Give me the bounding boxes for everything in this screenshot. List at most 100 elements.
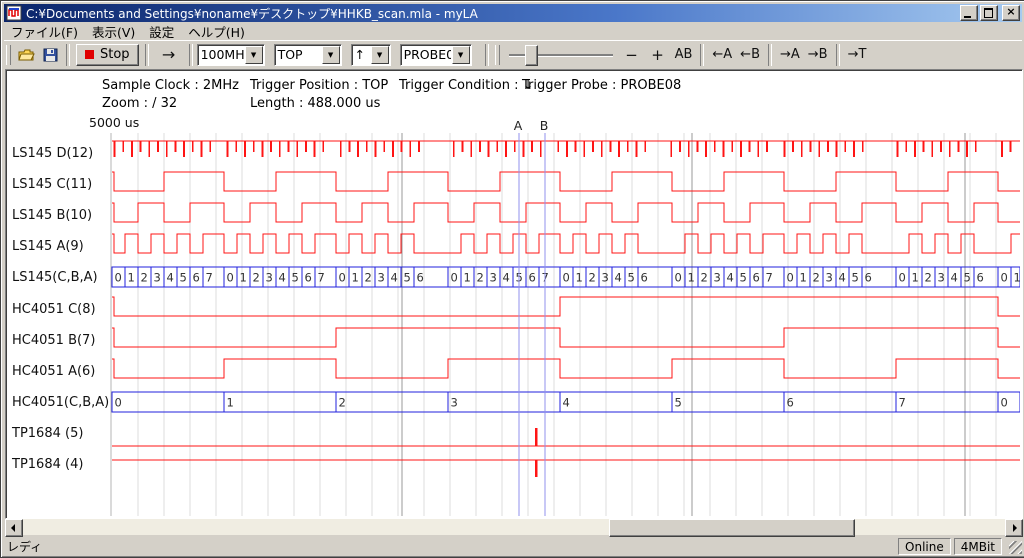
svg-text:1: 1 bbox=[576, 271, 583, 285]
scroll-left-icon bbox=[11, 524, 15, 532]
horizontal-scrollbar[interactable] bbox=[5, 519, 1021, 535]
open-folder-icon bbox=[18, 48, 35, 62]
menu-settings[interactable]: 設定 bbox=[142, 21, 181, 42]
goto-cursor-b-right-button[interactable]: →B bbox=[804, 44, 832, 66]
svg-text:7: 7 bbox=[206, 271, 213, 285]
app-icon bbox=[6, 5, 22, 21]
svg-text:2: 2 bbox=[701, 271, 708, 285]
waveform-client-area: Sample Clock : 2MHz Trigger Position : T… bbox=[5, 69, 1023, 519]
svg-text:6: 6 bbox=[305, 271, 312, 285]
svg-text:LS145(C,B,A): LS145(C,B,A) bbox=[12, 270, 98, 285]
svg-text:5: 5 bbox=[852, 271, 859, 285]
menu-bar: ファイル(F) 表示(V) 設定 ヘルプ(H) bbox=[4, 23, 1022, 40]
svg-text:5: 5 bbox=[404, 271, 411, 285]
close-button[interactable]: × bbox=[1002, 5, 1020, 21]
svg-text:3: 3 bbox=[490, 271, 497, 285]
svg-text:4: 4 bbox=[167, 271, 174, 285]
svg-text:0: 0 bbox=[451, 271, 458, 285]
zoom-ab-button[interactable]: AB bbox=[671, 44, 697, 66]
svg-text:3: 3 bbox=[714, 271, 721, 285]
svg-text:3: 3 bbox=[602, 271, 609, 285]
minimize-icon bbox=[964, 16, 971, 18]
svg-text:0: 0 bbox=[1001, 271, 1008, 285]
info-trigger-condition: Trigger Condition : ↓ bbox=[399, 78, 534, 93]
svg-text:4: 4 bbox=[503, 271, 510, 285]
stop-button[interactable]: Stop bbox=[76, 44, 139, 66]
svg-text:3: 3 bbox=[826, 271, 833, 285]
svg-text:6: 6 bbox=[641, 271, 648, 285]
zoom-in-button[interactable]: + bbox=[645, 44, 671, 66]
sample-clock-combo[interactable]: 100MHz ▼ bbox=[197, 44, 265, 66]
toolbar-separator bbox=[768, 44, 772, 66]
status-online-badge: Online bbox=[898, 538, 951, 555]
goto-trigger-button[interactable]: →T bbox=[844, 44, 871, 66]
svg-text:2: 2 bbox=[813, 271, 820, 285]
title-bar[interactable]: C:¥Documents and Settings¥noname¥デスクトップ¥… bbox=[4, 4, 1022, 22]
svg-text:1: 1 bbox=[352, 271, 359, 285]
svg-text:6: 6 bbox=[193, 271, 200, 285]
svg-text:HC4051(C,B,A): HC4051(C,B,A) bbox=[12, 395, 109, 410]
stop-icon bbox=[85, 50, 94, 59]
svg-text:0: 0 bbox=[227, 271, 234, 285]
info-trigger-probe: Trigger Probe : PROBE08 bbox=[522, 78, 681, 93]
dropdown-arrow-icon[interactable]: ▼ bbox=[371, 46, 389, 64]
waveform-panel[interactable]: 5000 usLS145 D(12)LS145 C(11)LS145 B(10)… bbox=[6, 112, 1020, 516]
app-window: C:¥Documents and Settings¥noname¥デスクトップ¥… bbox=[0, 0, 1024, 558]
svg-text:4: 4 bbox=[727, 271, 734, 285]
goto-cursor-a-right-button[interactable]: →A bbox=[776, 44, 804, 66]
menu-file[interactable]: ファイル(F) bbox=[4, 21, 85, 42]
info-length: Length : 488.000 us bbox=[250, 96, 380, 111]
sample-clock-value: 100MHz bbox=[198, 47, 244, 62]
svg-text:1: 1 bbox=[688, 271, 695, 285]
svg-text:4: 4 bbox=[279, 271, 286, 285]
svg-text:A: A bbox=[514, 118, 523, 133]
trigger-edge-value: ↑ bbox=[352, 47, 370, 62]
svg-text:B: B bbox=[540, 118, 549, 133]
svg-text:2: 2 bbox=[141, 271, 148, 285]
save-button[interactable] bbox=[39, 44, 62, 66]
scroll-left-button[interactable] bbox=[5, 519, 23, 537]
window-title: C:¥Documents and Settings¥noname¥デスクトップ¥… bbox=[26, 5, 960, 22]
svg-text:6: 6 bbox=[787, 396, 794, 410]
zoom-out-button[interactable]: − bbox=[619, 44, 645, 66]
trigger-position-combo[interactable]: TOP ▼ bbox=[274, 44, 342, 66]
dropdown-arrow-icon[interactable]: ▼ bbox=[452, 46, 470, 64]
toolbar-separator bbox=[700, 44, 704, 66]
toolbar-grip[interactable] bbox=[6, 45, 11, 65]
scroll-right-button[interactable] bbox=[1005, 519, 1023, 537]
svg-text:5: 5 bbox=[675, 396, 682, 410]
dropdown-arrow-icon[interactable]: ▼ bbox=[322, 46, 340, 64]
zoom-slider[interactable] bbox=[509, 44, 613, 66]
svg-text:0: 0 bbox=[1001, 396, 1008, 410]
goto-cursor-a-left-button[interactable]: ←A bbox=[708, 44, 736, 66]
scrollbar-thumb[interactable] bbox=[609, 519, 855, 537]
svg-text:7: 7 bbox=[318, 271, 325, 285]
close-icon: × bbox=[1003, 5, 1019, 19]
menu-help[interactable]: ヘルプ(H) bbox=[181, 21, 252, 42]
svg-text:1: 1 bbox=[1014, 271, 1021, 285]
svg-text:2: 2 bbox=[253, 271, 260, 285]
svg-text:LS145 B(10): LS145 B(10) bbox=[12, 208, 92, 223]
run-button[interactable]: → bbox=[153, 44, 185, 66]
maximize-button[interactable] bbox=[980, 5, 998, 21]
minimize-button[interactable] bbox=[960, 5, 978, 21]
trigger-probe-combo[interactable]: PROBE00 ▼ bbox=[400, 44, 472, 66]
resize-grip[interactable] bbox=[1009, 541, 1022, 554]
open-button[interactable] bbox=[14, 44, 39, 66]
svg-text:4: 4 bbox=[563, 396, 570, 410]
info-sample-clock: Sample Clock : 2MHz bbox=[102, 78, 239, 93]
svg-text:5: 5 bbox=[628, 271, 635, 285]
svg-text:LS145 A(9): LS145 A(9) bbox=[12, 239, 84, 254]
svg-text:5: 5 bbox=[292, 271, 299, 285]
toolbar-grip[interactable] bbox=[495, 45, 500, 65]
svg-text:5: 5 bbox=[740, 271, 747, 285]
dropdown-arrow-icon[interactable]: ▼ bbox=[245, 46, 263, 64]
svg-text:HC4051 B(7): HC4051 B(7) bbox=[12, 333, 95, 348]
svg-text:2: 2 bbox=[925, 271, 932, 285]
toolbar-separator bbox=[145, 44, 149, 66]
toolbar-separator bbox=[836, 44, 840, 66]
menu-view[interactable]: 表示(V) bbox=[85, 21, 142, 42]
goto-cursor-b-left-button[interactable]: ←B bbox=[736, 44, 764, 66]
zoom-slider-handle[interactable] bbox=[525, 45, 538, 66]
trigger-edge-combo[interactable]: ↑ ▼ bbox=[351, 44, 391, 66]
